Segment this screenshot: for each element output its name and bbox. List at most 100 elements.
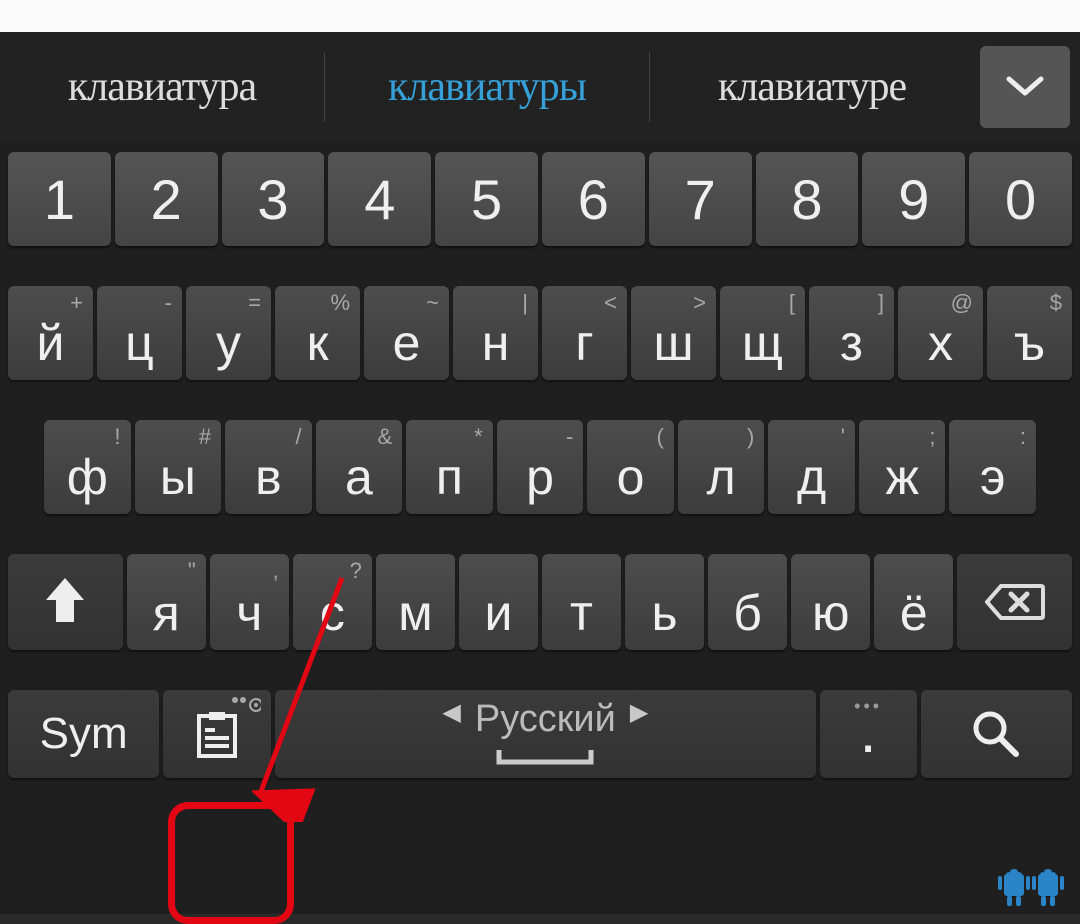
row3-key-т[interactable]: т xyxy=(542,554,621,650)
key-0[interactable]: 0 xyxy=(969,152,1072,246)
row2-key-д[interactable]: 'д xyxy=(768,420,855,514)
key-8[interactable]: 8 xyxy=(756,152,859,246)
alt-char: > xyxy=(693,290,706,316)
alt-char: & xyxy=(378,424,393,450)
space-language-label: Русский xyxy=(475,698,616,741)
row2-key-ф[interactable]: !ф xyxy=(44,420,131,514)
alt-char: ( xyxy=(657,424,664,450)
row3-key-ё[interactable]: ё xyxy=(874,554,953,650)
row2-key-э[interactable]: :э xyxy=(949,420,1036,514)
prev-lang-icon: ◀ xyxy=(442,698,460,727)
row1-key-г[interactable]: <г xyxy=(542,286,627,380)
alt-char: $ xyxy=(1050,290,1062,316)
space-icon xyxy=(495,746,595,766)
letter-row-1: +й-ц=у%к~е|н<г>ш[щ]з@х$ъ xyxy=(8,286,1072,380)
key-3[interactable]: 3 xyxy=(222,152,325,246)
clipboard-settings-key[interactable] xyxy=(163,690,271,778)
row1-key-е[interactable]: ~е xyxy=(364,286,449,380)
letter-row-3: "я,ч?смитьбюё xyxy=(8,554,1072,650)
magnifier-icon xyxy=(970,708,1022,760)
key-6[interactable]: 6 xyxy=(542,152,645,246)
row3-key-ю[interactable]: ю xyxy=(791,554,870,650)
row1-key-ъ[interactable]: $ъ xyxy=(987,286,1072,380)
row2-key-ы[interactable]: #ы xyxy=(135,420,222,514)
key-4[interactable]: 4 xyxy=(328,152,431,246)
next-lang-icon: ▶ xyxy=(630,698,648,727)
alt-char: | xyxy=(522,290,528,316)
alt-char: * xyxy=(474,424,483,450)
key-1[interactable]: 1 xyxy=(8,152,111,246)
row2-key-ж[interactable]: ;ж xyxy=(859,420,946,514)
alt-char: + xyxy=(70,290,83,316)
search-action-key[interactable] xyxy=(921,690,1072,778)
row1-key-ш[interactable]: >ш xyxy=(631,286,716,380)
period-key[interactable]: ••• . xyxy=(820,690,917,778)
symbols-key[interactable]: Sym xyxy=(8,690,159,778)
row2-key-в[interactable]: /в xyxy=(225,420,312,514)
alt-char: ; xyxy=(929,424,935,450)
alt-char: < xyxy=(604,290,617,316)
row1-key-к[interactable]: %к xyxy=(275,286,360,380)
row2-key-л[interactable]: )л xyxy=(678,420,765,514)
row1-key-й[interactable]: +й xyxy=(8,286,93,380)
alt-char: : xyxy=(1020,424,1026,450)
alt-char: ' xyxy=(841,424,845,450)
alt-char: " xyxy=(188,558,196,584)
key-7[interactable]: 7 xyxy=(649,152,752,246)
row3-key-с[interactable]: ?с xyxy=(293,554,372,650)
row2-key-а[interactable]: &а xyxy=(316,420,403,514)
alt-char: # xyxy=(199,424,211,450)
bottom-row: Sym ◀ Русский ▶ xyxy=(8,690,1072,778)
android-mascot-icon xyxy=(992,858,1072,914)
row2-key-о[interactable]: (о xyxy=(587,420,674,514)
key-5[interactable]: 5 xyxy=(435,152,538,246)
suggestion-3[interactable]: клавиатуре xyxy=(650,63,974,111)
alt-char: = xyxy=(248,290,261,316)
row1-key-щ[interactable]: [щ xyxy=(720,286,805,380)
alt-char: ) xyxy=(747,424,754,450)
row1-key-з[interactable]: ]з xyxy=(809,286,894,380)
chevron-down-icon xyxy=(1005,75,1045,99)
row3-key-ь[interactable]: ь xyxy=(625,554,704,650)
row1-key-н[interactable]: |н xyxy=(453,286,538,380)
row3-key-м[interactable]: м xyxy=(376,554,455,650)
row1-key-у[interactable]: =у xyxy=(186,286,271,380)
alt-char: / xyxy=(296,424,302,450)
gear-icon xyxy=(231,696,261,717)
row2-key-р[interactable]: -р xyxy=(497,420,584,514)
suggestions-expand-button[interactable] xyxy=(980,46,1070,128)
alt-char: @ xyxy=(951,290,973,316)
suggestion-2-selected[interactable]: клавиатуры xyxy=(325,63,649,111)
annotation-highlight-box xyxy=(168,802,294,924)
shift-arrow-icon xyxy=(42,574,88,630)
key-2[interactable]: 2 xyxy=(115,152,218,246)
row3-key-и[interactable]: и xyxy=(459,554,538,650)
letter-row-2: !ф#ы/в&а*п-р(о)л'д;ж:э xyxy=(8,420,1072,514)
alt-char: ~ xyxy=(426,290,439,316)
row3-key-ч[interactable]: ,ч xyxy=(210,554,289,650)
alt-char: ! xyxy=(114,424,120,450)
alt-char: ] xyxy=(878,290,884,316)
alt-char: - xyxy=(165,290,172,316)
row1-key-х[interactable]: @х xyxy=(898,286,983,380)
alt-char: ? xyxy=(350,558,362,584)
app-whitespace xyxy=(0,0,1080,32)
alt-char: % xyxy=(330,290,350,316)
onscreen-keyboard: клавиатура клавиатуры клавиатуре 1 2 3 4… xyxy=(0,32,1080,914)
clipboard-icon xyxy=(195,710,239,758)
shift-key[interactable] xyxy=(8,554,123,650)
suggestion-bar: клавиатура клавиатуры клавиатуре xyxy=(0,32,1080,142)
alt-char: , xyxy=(273,558,279,584)
row3-key-я[interactable]: "я xyxy=(127,554,206,650)
backspace-icon xyxy=(985,582,1045,622)
suggestion-1[interactable]: клавиатура xyxy=(0,63,324,111)
key-9[interactable]: 9 xyxy=(862,152,965,246)
row2-key-п[interactable]: *п xyxy=(406,420,493,514)
more-punct-icon: ••• xyxy=(854,696,882,717)
number-row: 1 2 3 4 5 6 7 8 9 0 xyxy=(8,152,1072,246)
row1-key-ц[interactable]: -ц xyxy=(97,286,182,380)
alt-char: [ xyxy=(789,290,795,316)
backspace-key[interactable] xyxy=(957,554,1072,650)
row3-key-б[interactable]: б xyxy=(708,554,787,650)
spacebar[interactable]: ◀ Русский ▶ xyxy=(275,690,815,778)
